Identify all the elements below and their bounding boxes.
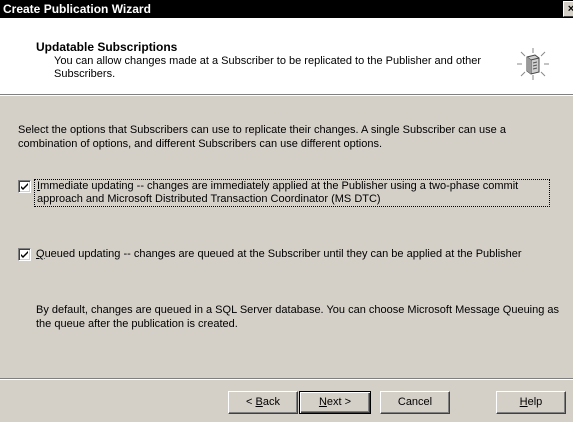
queued-updating-checkbox[interactable] [18, 248, 31, 261]
queued-updating-label[interactable]: Queued updating -- changes are queued at… [36, 248, 546, 261]
help-button-mnemonic: H [519, 396, 528, 408]
page-description: You can allow changes made at a Subscrib… [54, 55, 482, 80]
queued-updating-mnemonic: Q [36, 248, 45, 260]
help-button[interactable]: Help [496, 391, 566, 414]
cancel-button[interactable]: Cancel [380, 391, 450, 414]
queue-note: By default, changes are queued in a SQL … [36, 304, 560, 330]
window-title: Create Publication Wizard [3, 2, 151, 16]
immediate-updating-checkbox[interactable] [18, 180, 31, 193]
back-button-prefix: < [246, 396, 256, 408]
next-button[interactable]: Next > [299, 391, 371, 414]
immediate-updating-label[interactable]: Immediate updating -- changes are immedi… [34, 179, 550, 207]
help-button-label: elp [527, 396, 543, 408]
back-button[interactable]: < Back [228, 391, 298, 414]
back-button-label: ack [262, 396, 280, 408]
checkmark-icon [21, 183, 28, 190]
page-title: Updatable Subscriptions [36, 40, 178, 54]
footer-divider-highlight [0, 379, 573, 380]
close-button[interactable]: × [563, 1, 573, 17]
next-button-mnemonic: N [318, 396, 327, 408]
intro-text: Select the options that Subscribers can … [18, 124, 506, 150]
back-button-mnemonic: B [255, 396, 263, 408]
wizard-window: Create Publication Wizard × Updatable Su… [0, 0, 573, 422]
next-button-label: ext > [326, 396, 352, 408]
queued-updating-label-text: ueued updating -- changes are queued at … [44, 248, 522, 260]
wizard-publication-icon [517, 48, 549, 80]
title-bar: Create Publication Wizard × [0, 0, 573, 18]
immediate-updating-label-text: mmediate updating -- changes are immedia… [37, 180, 519, 205]
wizard-header: Updatable Subscriptions You can allow ch… [0, 18, 573, 96]
checkmark-icon [21, 251, 28, 258]
